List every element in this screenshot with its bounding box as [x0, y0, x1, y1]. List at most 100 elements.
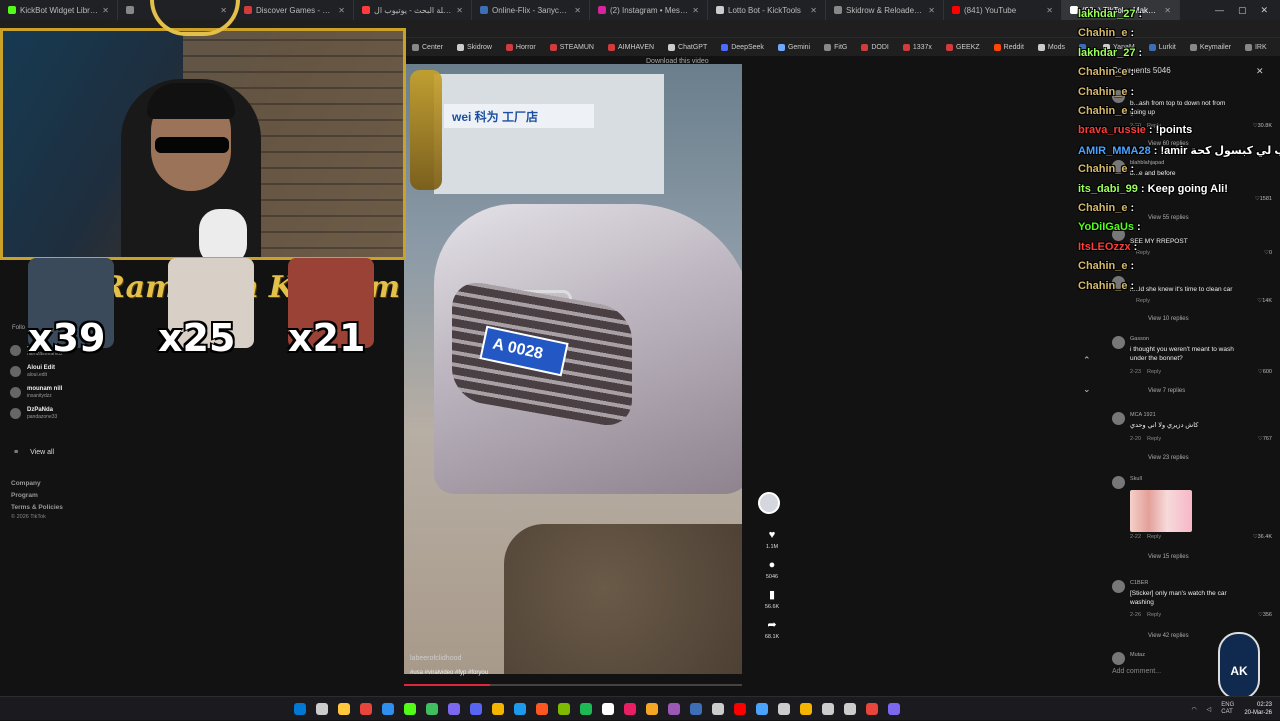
tab-close-icon[interactable]: ✕ [1164, 6, 1171, 15]
bookmark-item[interactable]: Skidrow [457, 43, 492, 51]
heart-icon[interactable]: ♥ [769, 528, 776, 542]
bookmark-item[interactable]: Mods [1037, 43, 1065, 51]
avatar[interactable] [1112, 652, 1125, 665]
taskbar-app-icon[interactable] [844, 703, 856, 715]
tab-close-icon[interactable]: ✕ [456, 6, 463, 15]
taskbar-app-icon[interactable] [514, 703, 526, 715]
browser-tab[interactable]: KickBot Widget Library ✕ [0, 0, 118, 20]
following-item[interactable]: mounam nill insanitydzz [10, 382, 130, 403]
bookmark-item[interactable]: FitG [824, 43, 847, 51]
chevron-down-icon[interactable]: ⌄ [1083, 384, 1091, 395]
footer-link[interactable]: Company [11, 478, 63, 490]
reply-button[interactable]: Reply [1136, 250, 1150, 256]
bookmark-item[interactable]: ChatGPT [668, 43, 707, 51]
taskbar-app-icon[interactable] [360, 703, 372, 715]
bookmark-item[interactable]: Keymailer [1189, 43, 1231, 51]
taskbar-app-icon[interactable] [470, 703, 482, 715]
maximize-icon[interactable]: ▢ [1238, 5, 1247, 16]
taskbar-app-icon[interactable] [382, 703, 394, 715]
view-replies-link[interactable]: View 15 replies [1148, 554, 1189, 560]
following-item[interactable]: DzPaNda pandazone33 [10, 403, 130, 424]
taskbar-app-icon[interactable] [712, 703, 724, 715]
wifi-icon[interactable]: ◠ [1191, 706, 1196, 713]
view-replies-link[interactable]: View 7 replies [1148, 388, 1185, 394]
language-indicator[interactable]: ENG CAT [1221, 702, 1234, 716]
view-replies-link[interactable]: View 55 replies [1148, 215, 1189, 221]
avatar[interactable] [1112, 580, 1125, 593]
bookmark-item[interactable]: Gemini [777, 43, 810, 51]
comment-username[interactable]: Mutaz [1130, 652, 1145, 658]
view-replies-link[interactable]: View 42 replies [1148, 633, 1189, 639]
taskbar-app-icon[interactable] [580, 703, 592, 715]
action-share[interactable]: ➦ 68.1K [758, 618, 786, 640]
bookmark-icon[interactable]: ▮ [769, 588, 775, 602]
close-icon[interactable]: ✕ [1260, 5, 1268, 16]
taskbar-app-icon[interactable] [800, 703, 812, 715]
tab-close-icon[interactable]: ✕ [810, 6, 817, 15]
taskbar-app-icon[interactable] [624, 703, 636, 715]
taskbar-app-icon[interactable] [822, 703, 834, 715]
bookmark-item[interactable]: Reddit [993, 43, 1024, 51]
tab-close-icon[interactable]: ✕ [692, 6, 699, 15]
taskbar-app-icon[interactable] [426, 703, 438, 715]
taskbar-app-icon[interactable] [448, 703, 460, 715]
bookmark-item[interactable]: Lurkit [1148, 43, 1176, 51]
comment-username[interactable]: C1BER [1130, 580, 1148, 586]
creator-avatar[interactable] [758, 492, 780, 514]
taskbar-app-icon[interactable] [404, 703, 416, 715]
comment-likes[interactable]: ♡600 [1258, 369, 1272, 375]
start-menu-icon[interactable] [294, 703, 306, 715]
comment-likes[interactable]: ♡36.4K [1253, 534, 1272, 540]
browser-tab[interactable]: Online-Flix - Запуск игр по сети ✕ [472, 0, 590, 20]
taskbar-app-icon[interactable] [888, 703, 900, 715]
bookmark-item[interactable]: 1337x [902, 43, 932, 51]
tab-close-icon[interactable]: ✕ [928, 6, 935, 15]
footer-link[interactable]: Program [11, 490, 63, 502]
browser-tab[interactable]: Lotto Bot - KickTools ✕ [708, 0, 826, 20]
reply-button[interactable]: Reply [1147, 534, 1161, 540]
avatar[interactable] [1112, 476, 1125, 489]
minimize-icon[interactable]: — [1215, 5, 1224, 15]
taskbar-app-icon[interactable] [668, 703, 680, 715]
reply-button[interactable]: Reply [1147, 369, 1161, 375]
tab-close-icon[interactable]: ✕ [1046, 6, 1053, 15]
bookmark-item[interactable]: GEEKZ [945, 43, 980, 51]
comment-username[interactable]: MCA 1921 [1130, 412, 1156, 418]
bookmark-item[interactable]: DODI [861, 43, 889, 51]
taskbar-app-icon[interactable] [558, 703, 570, 715]
reply-button[interactable]: Reply [1147, 612, 1161, 618]
comment-likes[interactable]: ♡30.8K [1253, 123, 1272, 129]
view-replies-link[interactable]: View 23 replies [1148, 455, 1189, 461]
bookmark-item[interactable]: STEAMUN [549, 43, 594, 51]
action-heart[interactable]: ♥ 1.1M [758, 528, 786, 550]
taskbar-app-icon[interactable] [492, 703, 504, 715]
browser-tab[interactable]: Discover Games - Keymailler ✕ [236, 0, 354, 20]
tab-close-icon[interactable]: ✕ [574, 6, 581, 15]
view-replies-link[interactable]: View 10 replies [1148, 316, 1189, 322]
comment-username[interactable]: Gasson [1130, 336, 1149, 342]
comment-likes[interactable]: ♡0 [1264, 250, 1272, 256]
bookmark-item[interactable]: Horror [505, 43, 536, 51]
action-bookmark[interactable]: ▮ 56.6K [758, 588, 786, 610]
comment-likes[interactable]: ♡14K [1257, 298, 1272, 304]
comment-likes[interactable]: ♡767 [1258, 436, 1272, 442]
download-video-hint[interactable]: Download this video [646, 58, 709, 65]
taskbar-app-icon[interactable] [778, 703, 790, 715]
footer-link[interactable]: Terms & Policies [11, 502, 63, 514]
tab-close-icon[interactable]: ✕ [102, 6, 109, 15]
video-author[interactable]: labeerofclidhood [410, 655, 461, 662]
comment-likes[interactable]: ♡1581 [1255, 196, 1272, 202]
taskbar-app-icon[interactable] [646, 703, 658, 715]
reply-button[interactable]: Reply [1147, 436, 1161, 442]
action-comment[interactable]: ● 5046 [758, 558, 786, 580]
avatar[interactable] [1112, 412, 1125, 425]
close-icon[interactable]: ✕ [1256, 66, 1264, 77]
bookmark-item[interactable]: IRK [1244, 43, 1267, 51]
reply-button[interactable]: Reply [1136, 298, 1150, 304]
volume-icon[interactable]: ◁ [1207, 706, 1212, 713]
taskbar-app-icon[interactable] [734, 703, 746, 715]
bookmark-item[interactable]: Center [412, 43, 443, 51]
comment-icon[interactable]: ● [769, 558, 776, 572]
taskbar-app-icon[interactable] [338, 703, 350, 715]
comment-username[interactable]: Skull [1130, 476, 1142, 482]
